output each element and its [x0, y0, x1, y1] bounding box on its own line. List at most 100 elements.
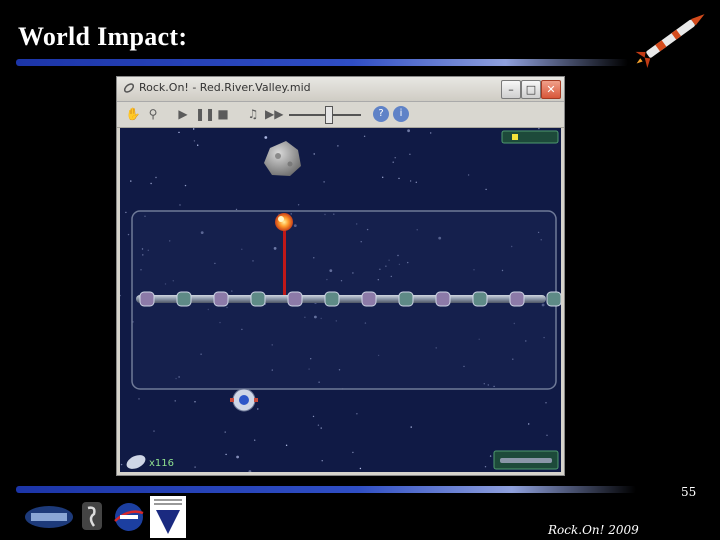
fast-forward-icon[interactable]: ▶▶	[265, 106, 283, 122]
slide-number: 55	[681, 485, 697, 499]
close-button[interactable]: ✕	[541, 80, 561, 99]
star	[297, 204, 300, 206]
star	[489, 455, 492, 457]
star	[394, 157, 396, 159]
rail-node	[250, 291, 266, 307]
stop-icon[interactable]: ■	[215, 106, 231, 122]
app-window: Rock.On! - Red.River.Valley.mid – □ ✕ ✋ …	[116, 76, 565, 476]
star	[130, 180, 132, 182]
star	[407, 129, 410, 133]
star	[138, 398, 140, 400]
rail-node	[287, 291, 303, 307]
star	[546, 434, 548, 436]
star	[194, 401, 196, 403]
app-icon	[123, 83, 135, 93]
star	[382, 176, 384, 178]
star	[155, 176, 157, 179]
star	[484, 466, 487, 468]
star	[410, 426, 412, 428]
slide-title: World Impact:	[18, 22, 188, 51]
info-icon[interactable]: i	[393, 106, 409, 122]
star	[545, 402, 547, 404]
star	[193, 128, 195, 130]
cosgc-logo	[25, 506, 73, 528]
star	[257, 408, 259, 410]
star	[125, 211, 127, 214]
window-titlebar[interactable]: Rock.On! - Red.River.Valley.mid – □ ✕	[117, 77, 564, 102]
star	[120, 463, 123, 466]
music-note-icon[interactable]: ♫	[245, 106, 261, 122]
star	[197, 144, 199, 146]
star	[352, 451, 354, 454]
star	[363, 135, 366, 137]
star	[528, 423, 530, 425]
game-canvas[interactable]: x116	[120, 128, 561, 472]
star	[153, 430, 155, 432]
star	[235, 208, 238, 211]
star	[174, 400, 176, 402]
play-icon[interactable]: ▶	[175, 106, 191, 122]
star	[356, 413, 358, 415]
rail-node	[361, 291, 377, 307]
star	[184, 184, 187, 187]
star	[236, 455, 239, 459]
star	[179, 204, 181, 206]
rail-node	[139, 291, 155, 307]
star	[312, 415, 315, 418]
flaming-asteroid	[275, 213, 293, 231]
laser-beam	[283, 228, 286, 298]
top-hud	[501, 130, 559, 144]
nasa-logo	[114, 503, 144, 531]
star	[392, 161, 394, 163]
footer-text: Rock.On! 2009	[548, 523, 639, 537]
star	[467, 174, 470, 176]
star	[193, 140, 196, 142]
star	[264, 136, 268, 139]
star	[485, 188, 487, 191]
star	[398, 177, 400, 180]
star	[409, 180, 412, 182]
star	[337, 145, 339, 147]
star	[430, 132, 432, 134]
footer-rule	[16, 486, 636, 493]
star	[415, 181, 417, 183]
star	[409, 153, 411, 155]
rail-node	[213, 291, 229, 307]
title-rule	[16, 59, 628, 66]
lives-counter: x116	[149, 458, 174, 469]
space-grant-logo	[150, 496, 186, 538]
star	[323, 181, 325, 183]
volume-slider-thumb[interactable]	[324, 106, 333, 124]
star	[194, 466, 196, 468]
pin-icon[interactable]: ⚲	[145, 106, 161, 122]
star	[317, 424, 320, 426]
rail-node	[546, 291, 561, 307]
rail-node	[398, 291, 414, 307]
star	[313, 153, 315, 155]
game-scene: x116	[120, 128, 561, 472]
star	[225, 453, 227, 456]
star	[150, 182, 152, 185]
star	[254, 439, 256, 441]
star	[285, 444, 288, 446]
help-icon[interactable]: ?	[373, 106, 389, 122]
pause-icon[interactable]: ❚❚	[195, 106, 215, 122]
rail-node	[324, 291, 340, 307]
rocket-icon	[635, 14, 705, 69]
star	[224, 431, 226, 433]
player-toolbar: ✋ ⚲ ▶ ❚❚ ■ ♫ ▶▶ ? i	[117, 102, 564, 128]
maximize-button[interactable]: □	[521, 80, 541, 99]
minimize-button[interactable]: –	[501, 80, 521, 99]
rail-node	[176, 291, 192, 307]
star	[178, 131, 180, 134]
shuttle-logo	[82, 502, 102, 530]
star	[359, 467, 362, 470]
hand-icon[interactable]: ✋	[125, 106, 141, 122]
bottom-panel	[493, 450, 559, 470]
rail-node	[509, 291, 525, 307]
rail-node	[472, 291, 488, 307]
window-title: Rock.On! - Red.River.Valley.mid	[139, 81, 311, 94]
star	[127, 233, 130, 236]
star	[320, 427, 322, 429]
star	[321, 460, 323, 462]
